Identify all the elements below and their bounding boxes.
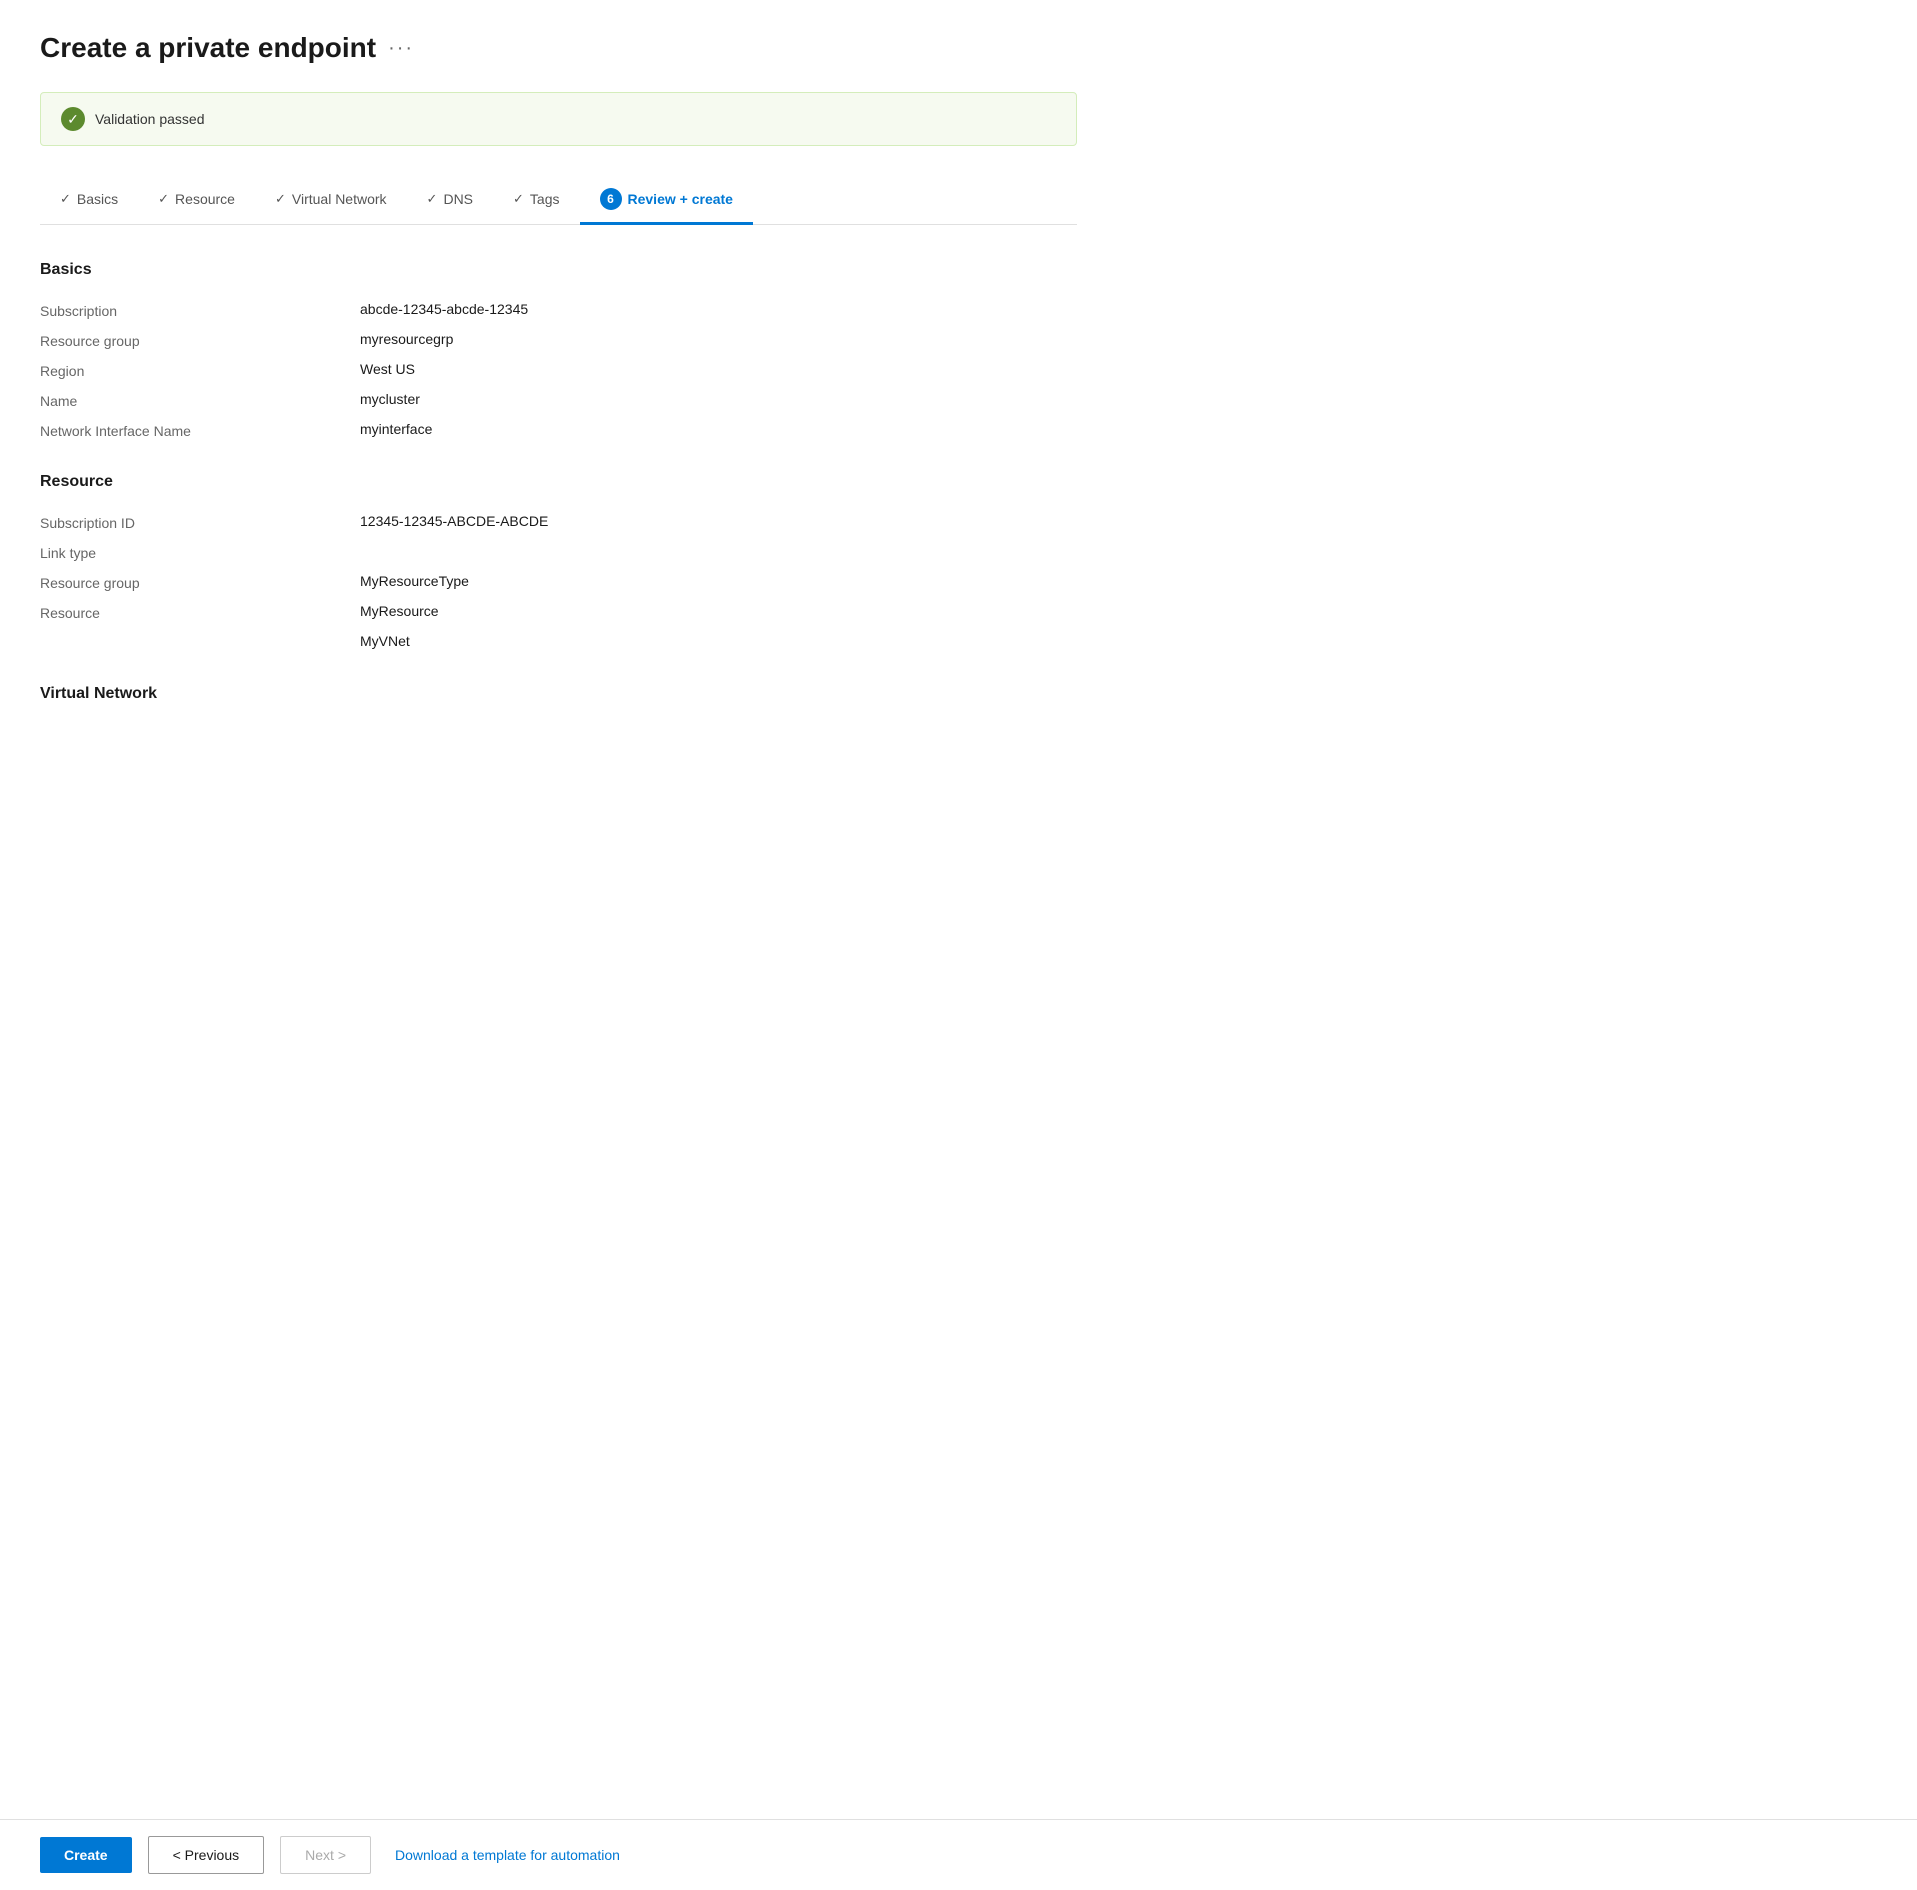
tab-check-basics: ✓ [60, 191, 71, 207]
previous-button[interactable]: < Previous [148, 1836, 265, 1874]
virtual-network-section-title: Virtual Network [40, 685, 1040, 703]
field-resource-group-basics: Resource group myresourcegrp [40, 325, 1040, 355]
field-value-region: West US [360, 361, 415, 377]
tab-label-dns: DNS [443, 191, 473, 207]
tab-check-virtual-network: ✓ [275, 191, 286, 207]
field-region: Region West US [40, 355, 1040, 385]
field-link-type: Link type [40, 537, 1040, 567]
tab-dns[interactable]: ✓ DNS [407, 181, 493, 222]
tab-check-tags: ✓ [513, 191, 524, 207]
create-button[interactable]: Create [40, 1837, 132, 1873]
field-label-myvnet [40, 633, 360, 635]
page-title: Create a private endpoint [40, 32, 376, 64]
ellipsis-menu-button[interactable]: ··· [388, 37, 414, 60]
field-name: Name mycluster [40, 385, 1040, 415]
field-label-subscription: Subscription [40, 301, 360, 319]
tab-basics[interactable]: ✓ Basics [40, 181, 138, 222]
field-nic-name: Network Interface Name myinterface [40, 415, 1040, 445]
field-label-subscription-id: Subscription ID [40, 513, 360, 531]
validation-text: Validation passed [95, 111, 204, 127]
virtual-network-section: Virtual Network [40, 685, 1040, 703]
field-value-name: mycluster [360, 391, 420, 407]
next-button[interactable]: Next > [280, 1836, 371, 1874]
resource-section: Resource Subscription ID 12345-12345-ABC… [40, 473, 1040, 657]
basics-section-title: Basics [40, 261, 1040, 279]
download-template-link[interactable]: Download a template for automation [395, 1847, 620, 1863]
tab-label-virtual-network: Virtual Network [292, 191, 387, 207]
tab-label-basics: Basics [77, 191, 118, 207]
field-label-nic-name: Network Interface Name [40, 421, 360, 439]
field-label-resource-group-basics: Resource group [40, 331, 360, 349]
field-label-name: Name [40, 391, 360, 409]
wizard-tabs: ✓ Basics ✓ Resource ✓ Virtual Network ✓ … [40, 178, 1077, 225]
tab-label-tags: Tags [530, 191, 560, 207]
tab-check-dns: ✓ [427, 191, 438, 207]
field-value-resource: MyResource [360, 603, 439, 619]
field-label-link-type: Link type [40, 543, 360, 561]
field-resource-group-resource: Resource group MyResourceType [40, 567, 1040, 597]
field-label-resource-group-resource: Resource group [40, 573, 360, 591]
field-value-subscription: abcde-12345-abcde-12345 [360, 301, 528, 317]
field-label-resource: Resource [40, 603, 360, 621]
field-value-nic-name: myinterface [360, 421, 432, 437]
field-value-subscription-id: 12345-12345-ABCDE-ABCDE [360, 513, 548, 529]
basics-section: Basics Subscription abcde-12345-abcde-12… [40, 261, 1040, 445]
field-value-resource-group-resource: MyResourceType [360, 573, 469, 589]
tab-review-create[interactable]: 6 Review + create [580, 178, 753, 225]
tab-tags[interactable]: ✓ Tags [493, 181, 579, 222]
tab-resource[interactable]: ✓ Resource [138, 181, 255, 222]
tab-check-resource: ✓ [158, 191, 169, 207]
tab-label-review-create: Review + create [628, 191, 733, 207]
tab-badge-review-create: 6 [600, 188, 622, 210]
tab-virtual-network[interactable]: ✓ Virtual Network [255, 181, 407, 222]
content-area: Basics Subscription abcde-12345-abcde-12… [40, 261, 1040, 703]
field-subscription: Subscription abcde-12345-abcde-12345 [40, 295, 1040, 325]
field-label-region: Region [40, 361, 360, 379]
field-myvnet: MyVNet [40, 627, 1040, 657]
footer: Create < Previous Next > Download a temp… [0, 1819, 1917, 1890]
field-value-resource-group-basics: myresourcegrp [360, 331, 453, 347]
field-subscription-id: Subscription ID 12345-12345-ABCDE-ABCDE [40, 507, 1040, 537]
validation-check-icon: ✓ [61, 107, 85, 131]
resource-section-title: Resource [40, 473, 1040, 491]
field-value-myvnet: MyVNet [360, 633, 410, 649]
validation-banner: ✓ Validation passed [40, 92, 1077, 146]
field-resource: Resource MyResource [40, 597, 1040, 627]
tab-label-resource: Resource [175, 191, 235, 207]
